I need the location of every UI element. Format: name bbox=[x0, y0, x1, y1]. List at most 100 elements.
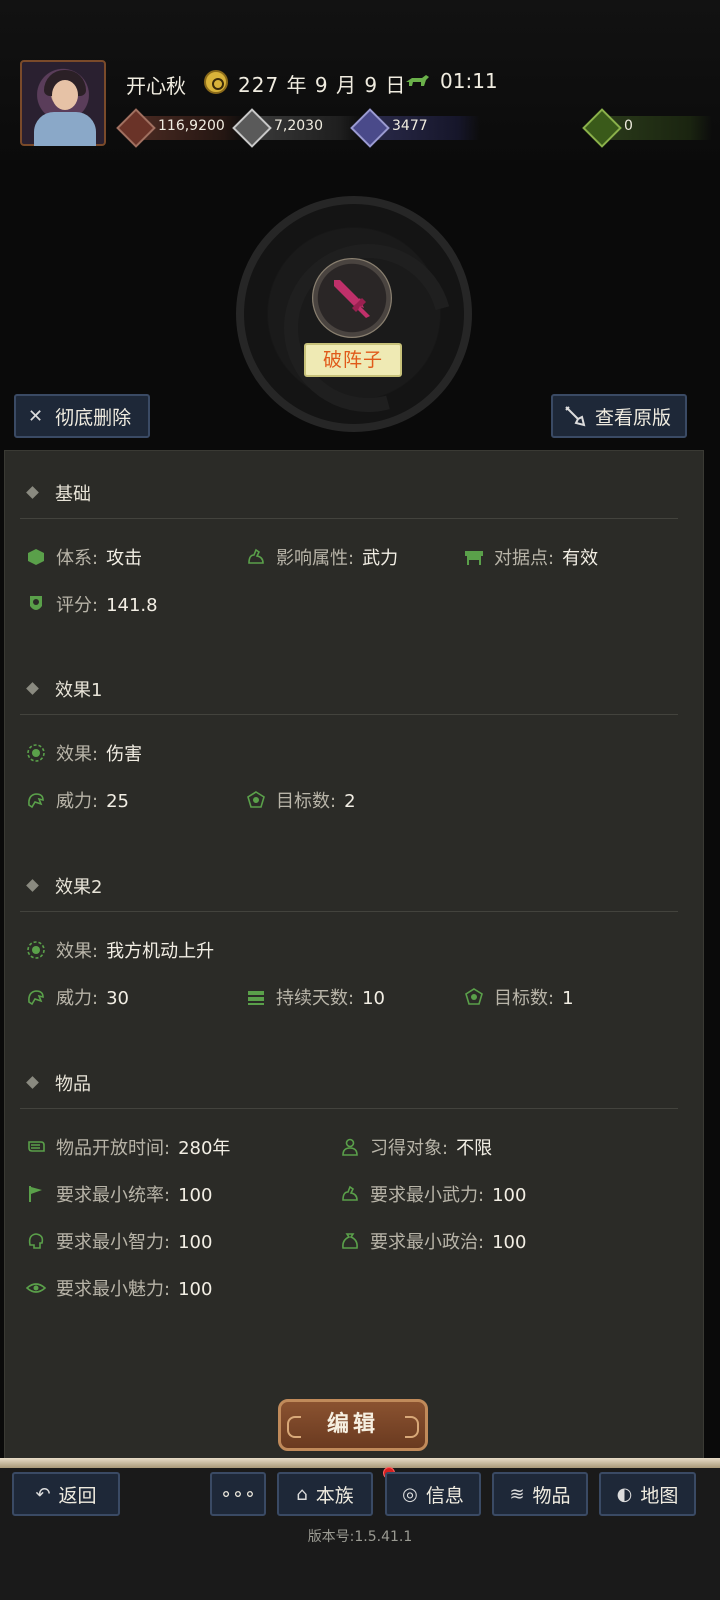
divider bbox=[20, 1108, 678, 1109]
clan-label: 本族 bbox=[315, 1484, 354, 1507]
attr-open-time: 物品开放时间: 280年 bbox=[26, 1134, 230, 1160]
section-title-text: 效果1 bbox=[55, 680, 103, 701]
edit-button[interactable]: 编辑 bbox=[278, 1399, 428, 1451]
section-basic-title: 基础 bbox=[20, 480, 91, 506]
attr-key: 要求最小政治: bbox=[370, 1232, 485, 1253]
attr-value: 武力 bbox=[362, 548, 399, 569]
attr-system: 体系: 攻击 bbox=[26, 544, 142, 570]
divider bbox=[20, 911, 678, 912]
game-date: 227 年 9 月 9 日 bbox=[238, 73, 407, 97]
target-icon bbox=[465, 988, 483, 1005]
arm-icon bbox=[248, 548, 264, 564]
attr-value: 伤害 bbox=[106, 744, 143, 765]
attr-key: 威力: bbox=[56, 988, 99, 1009]
more-button[interactable]: ∘∘∘ bbox=[210, 1472, 266, 1516]
flag-icon bbox=[29, 1186, 42, 1202]
attr-key: 体系: bbox=[56, 548, 99, 569]
attr-value: 2 bbox=[344, 791, 356, 812]
attr-min-war: 要求最小武力: 100 bbox=[340, 1181, 526, 1207]
attr-key: 要求最小智力: bbox=[56, 1232, 171, 1253]
player-name: 开心秋 bbox=[126, 74, 186, 98]
delete-button[interactable]: ✕ 彻底删除 bbox=[14, 394, 150, 438]
attr-value: 25 bbox=[106, 791, 129, 812]
divider bbox=[20, 518, 678, 519]
attr-key: 要求最小武力: bbox=[370, 1185, 485, 1206]
version-label: 版本号:1.5.41.1 bbox=[307, 1529, 413, 1545]
game-time: 01:11 bbox=[440, 69, 498, 93]
attr-value: 1 bbox=[562, 988, 574, 1009]
undo-icon: ↶ bbox=[35, 1483, 51, 1505]
diamond-bullet-icon bbox=[26, 1076, 39, 1089]
section-item-title: 物品 bbox=[20, 1070, 91, 1096]
attr-value: 100 bbox=[178, 1232, 213, 1253]
target-icon bbox=[247, 791, 265, 808]
attr-key: 影响属性: bbox=[276, 548, 355, 569]
attr-value: 280年 bbox=[178, 1138, 231, 1159]
attr-value: 我方机动上升 bbox=[106, 941, 215, 962]
attr-min-cha: 要求最小魅力: 100 bbox=[26, 1275, 212, 1301]
attr-stronghold: 对据点: 有效 bbox=[464, 544, 598, 570]
view-original-button[interactable]: 查看原版 bbox=[551, 394, 687, 438]
attr-value: 不限 bbox=[456, 1138, 493, 1159]
attr-key: 目标数: bbox=[276, 791, 337, 812]
map-button[interactable]: ◐ 地图 bbox=[599, 1472, 696, 1516]
section-title-text: 物品 bbox=[55, 1074, 91, 1095]
attr-key: 效果: bbox=[56, 941, 99, 962]
delete-button-label: 彻底删除 bbox=[55, 406, 132, 429]
attr-effect: 效果: 伤害 bbox=[26, 740, 142, 766]
attr-value: 100 bbox=[492, 1232, 527, 1253]
attr-value: 100 bbox=[178, 1185, 213, 1206]
sword-icon bbox=[312, 258, 392, 338]
info-button[interactable]: ◎ 信息 bbox=[385, 1472, 481, 1516]
calendar-icon bbox=[204, 70, 228, 94]
chat-icon: ◎ bbox=[402, 1483, 418, 1505]
dragon-icon bbox=[28, 990, 44, 1006]
resource-value: 116,9200 bbox=[158, 118, 225, 134]
player-avatar[interactable] bbox=[20, 60, 106, 146]
attr-power: 威力: 30 bbox=[26, 984, 129, 1010]
medal-icon bbox=[30, 596, 42, 610]
attr-value: 100 bbox=[492, 1185, 527, 1206]
back-label: 返回 bbox=[58, 1484, 97, 1507]
view-original-label: 查看原版 bbox=[595, 406, 672, 429]
burst-icon bbox=[27, 941, 45, 959]
attr-key: 效果: bbox=[56, 744, 99, 765]
info-label: 信息 bbox=[425, 1484, 464, 1507]
scroll-icon bbox=[28, 1141, 45, 1152]
clan-icon: ⌂ bbox=[296, 1483, 308, 1505]
attr-value: 100 bbox=[178, 1279, 213, 1300]
attr-key: 对据点: bbox=[494, 548, 555, 569]
diamond-bullet-icon bbox=[26, 682, 39, 695]
gate-icon bbox=[465, 551, 483, 565]
scroll-icon: ≋ bbox=[509, 1483, 525, 1505]
money-bag-icon bbox=[342, 1233, 358, 1249]
resource-value: 0 bbox=[624, 118, 633, 134]
attr-duration: 持续天数: 10 bbox=[246, 984, 385, 1010]
burst-icon bbox=[27, 744, 45, 762]
skill-sword-glyph bbox=[334, 280, 370, 318]
back-button[interactable]: ↶ 返回 bbox=[12, 1472, 120, 1516]
attr-targets: 目标数: 2 bbox=[246, 787, 356, 813]
items-button[interactable]: ≋ 物品 bbox=[492, 1472, 588, 1516]
attr-min-lead: 要求最小统率: 100 bbox=[26, 1181, 212, 1207]
attr-value: 有效 bbox=[562, 548, 599, 569]
more-icon: ∘∘∘ bbox=[220, 1483, 256, 1505]
attr-value: 30 bbox=[106, 988, 129, 1009]
horse-icon bbox=[406, 75, 429, 86]
clan-button[interactable]: ⌂ 本族 bbox=[277, 1472, 373, 1516]
attr-min-int: 要求最小智力: 100 bbox=[26, 1228, 212, 1254]
sword-icon bbox=[565, 406, 586, 427]
resource-value: 3477 bbox=[392, 118, 428, 134]
attr-value: 141.8 bbox=[106, 595, 158, 616]
attr-score: 评分: 141.8 bbox=[26, 591, 158, 617]
attr-targets: 目标数: 1 bbox=[464, 984, 574, 1010]
attr-key: 要求最小魅力: bbox=[56, 1279, 171, 1300]
bottom-rail bbox=[0, 1458, 720, 1468]
attr-affect: 影响属性: 武力 bbox=[246, 544, 398, 570]
brain-icon bbox=[28, 1233, 44, 1249]
attr-key: 评分: bbox=[56, 595, 99, 616]
attr-value: 攻击 bbox=[106, 548, 143, 569]
map-label: 地图 bbox=[640, 1484, 679, 1507]
skill-name-label: 破阵子 bbox=[304, 343, 402, 377]
globe-icon: ◐ bbox=[616, 1483, 633, 1505]
